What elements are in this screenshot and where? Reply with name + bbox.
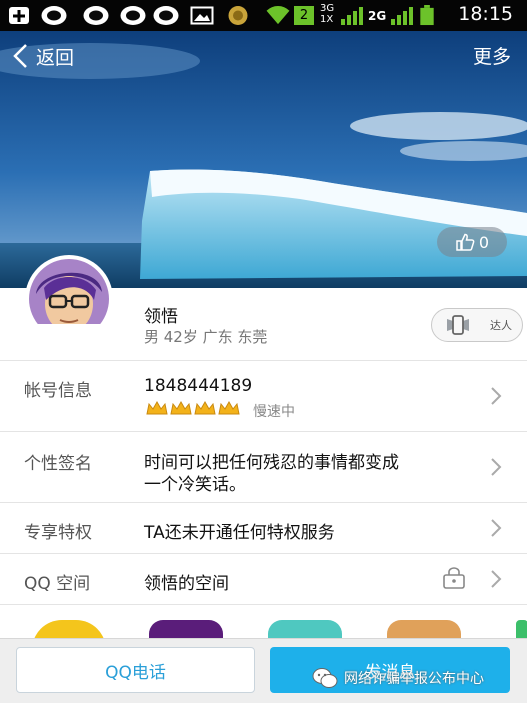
- sim-badge: 2: [294, 6, 314, 25]
- account-info-label: 帐号信息: [24, 381, 92, 401]
- image-icon: [190, 6, 214, 25]
- daren-badge-button[interactable]: 达人: [431, 308, 523, 342]
- qq-icon: [120, 6, 146, 25]
- network-type-label: 3G 1X: [320, 3, 335, 25]
- profile-name: 领悟: [144, 307, 178, 327]
- lock-icon: [443, 567, 465, 589]
- wechat-icon: [312, 668, 338, 688]
- privilege-value: TA还未开通任何特权服务: [144, 523, 335, 543]
- chevron-right-icon: [491, 570, 502, 588]
- more-button[interactable]: 更多: [473, 42, 511, 69]
- phone-badge-icon: [447, 315, 469, 335]
- signal-icon: [341, 7, 363, 25]
- back-label: 返回: [36, 46, 75, 69]
- wifi-icon: [266, 5, 290, 25]
- back-button[interactable]: 返回: [12, 42, 74, 70]
- qq-icon: [41, 6, 67, 25]
- crown-icon: [146, 400, 168, 415]
- qq-call-button[interactable]: QQ电话: [16, 647, 255, 693]
- qq-icon: [153, 6, 179, 25]
- like-button[interactable]: 0: [437, 227, 507, 257]
- qq-icon: [83, 6, 109, 25]
- signature-label: 个性签名: [24, 454, 92, 474]
- status-bar: 2 3G 1X 2G 18:15: [0, 0, 527, 31]
- like-count: 0: [478, 232, 490, 252]
- battery-icon: [420, 5, 434, 26]
- crown-icon: [218, 400, 240, 415]
- watermark: 网络诈骗举报公布中心: [312, 667, 484, 689]
- chevron-left-icon: [13, 44, 27, 68]
- divider: [0, 604, 527, 605]
- qzone-value: 领悟的空间: [144, 574, 229, 594]
- qzone-label: QQ 空间: [24, 574, 91, 594]
- signal-icon: [391, 7, 413, 25]
- signature-line-2: 一个冷笑话。: [144, 475, 246, 495]
- crown-icon: [170, 400, 192, 415]
- chevron-right-icon: [491, 458, 502, 476]
- add-box-icon: [9, 7, 29, 24]
- coin-icon: [228, 6, 248, 25]
- thumbs-up-icon: [456, 233, 475, 251]
- chevron-right-icon: [491, 387, 502, 405]
- speed-status: 慢速中: [253, 404, 295, 420]
- profile-details: 男 42岁 广东 东莞: [144, 328, 268, 346]
- watermark-text: 网络诈骗举报公布中心: [344, 671, 484, 687]
- level-crowns: [146, 400, 240, 416]
- clock: 18:15: [458, 3, 513, 25]
- qq-number: 1848444189: [144, 376, 253, 396]
- network-2g-label: 2G: [368, 9, 387, 23]
- daren-label: 达人: [490, 319, 512, 332]
- chevron-right-icon: [491, 519, 502, 537]
- crown-icon: [194, 400, 216, 415]
- privilege-label: 专享特权: [24, 523, 92, 543]
